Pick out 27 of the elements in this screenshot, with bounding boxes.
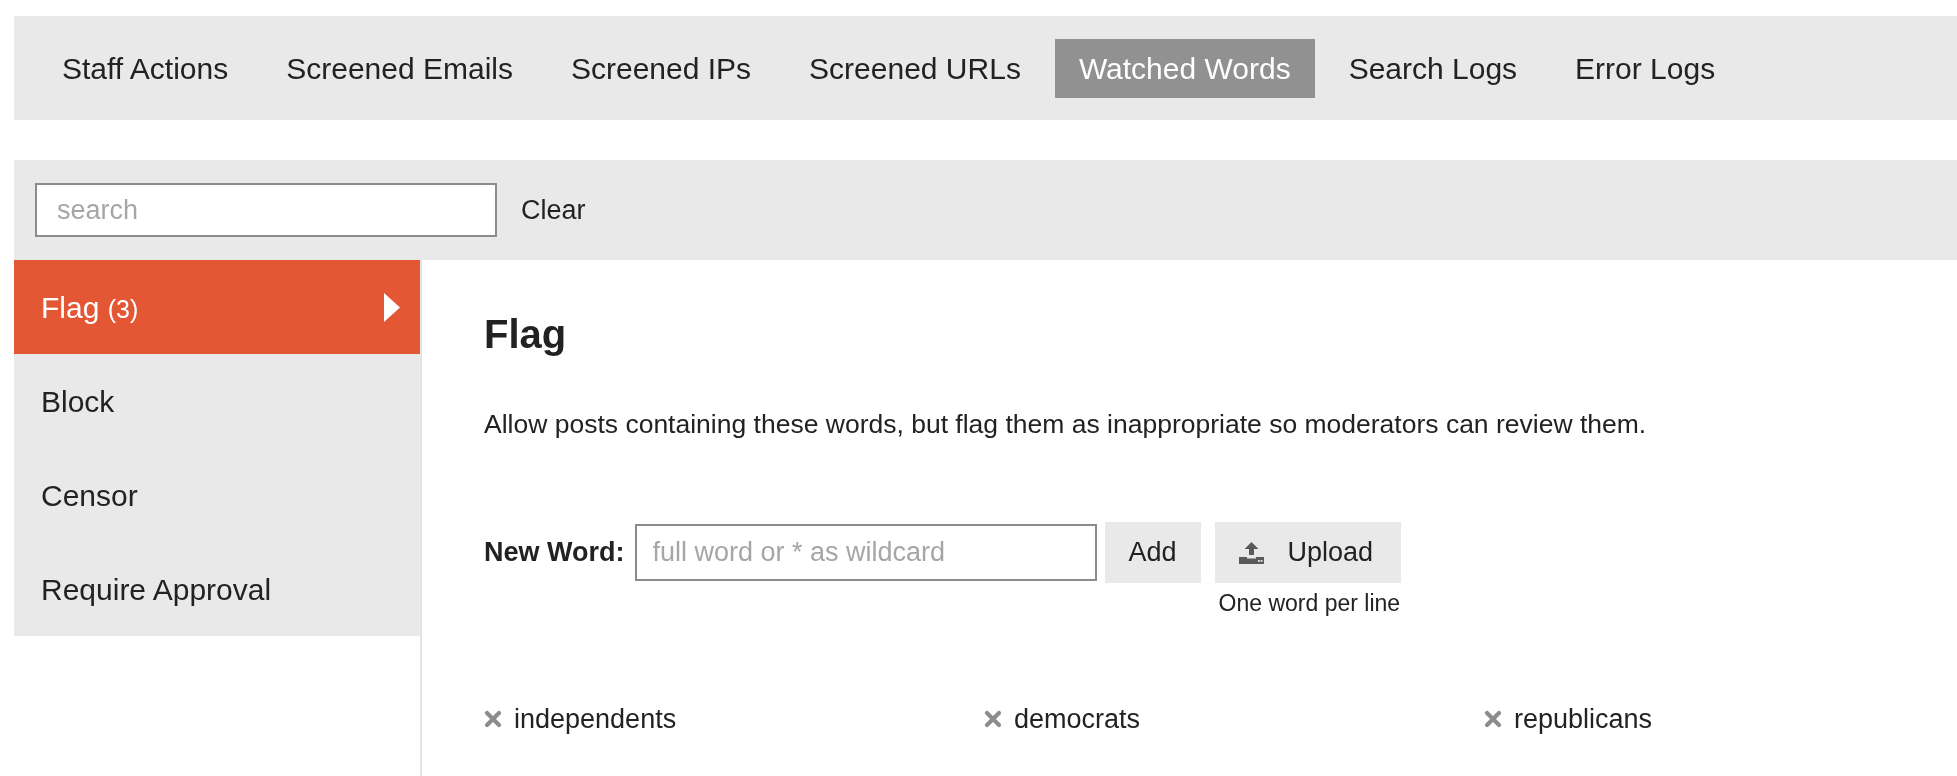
sidebar-item[interactable]: Block <box>14 354 420 448</box>
x-icon[interactable] <box>984 710 1002 728</box>
nav-tab[interactable]: Staff Actions <box>38 38 253 98</box>
add-button[interactable]: Add <box>1104 522 1201 583</box>
panel-description: Allow posts containing these words, but flag them as inappropriate so moderators can review them. <box>484 408 1648 441</box>
sidebar-item[interactable]: Censor <box>14 448 420 542</box>
watched-word: independents <box>514 703 677 736</box>
nav-tab[interactable]: Search Logs <box>1324 38 1542 98</box>
nav-tab[interactable]: Screened URLs <box>785 38 1045 98</box>
new-word-label: New Word: <box>484 536 625 569</box>
search-field[interactable]: search <box>35 183 497 237</box>
sidebar-item[interactable]: Require Approval <box>14 542 420 636</box>
upload-hint: One word per line <box>1217 589 1401 617</box>
clear-button[interactable]: Clear <box>521 189 586 231</box>
sidebar-item[interactable]: Flag (3) <box>14 260 420 354</box>
triangle-right-icon <box>384 292 400 322</box>
watched-word: republicans <box>1514 703 1653 736</box>
nav-tab[interactable]: Screened IPs <box>547 38 776 98</box>
upload-button[interactable]: Upload <box>1214 522 1402 583</box>
upload-icon <box>1238 541 1264 564</box>
new-word-field[interactable]: full word or * as wildcard <box>634 524 1097 581</box>
x-icon[interactable] <box>484 710 502 728</box>
nav-tab[interactable]: Error Logs <box>1551 38 1740 98</box>
watched-word: democrats <box>1014 703 1141 736</box>
panel-title: Flag <box>484 311 568 358</box>
x-icon[interactable] <box>1484 710 1502 728</box>
nav-tab[interactable]: Screened Emails <box>262 38 537 98</box>
